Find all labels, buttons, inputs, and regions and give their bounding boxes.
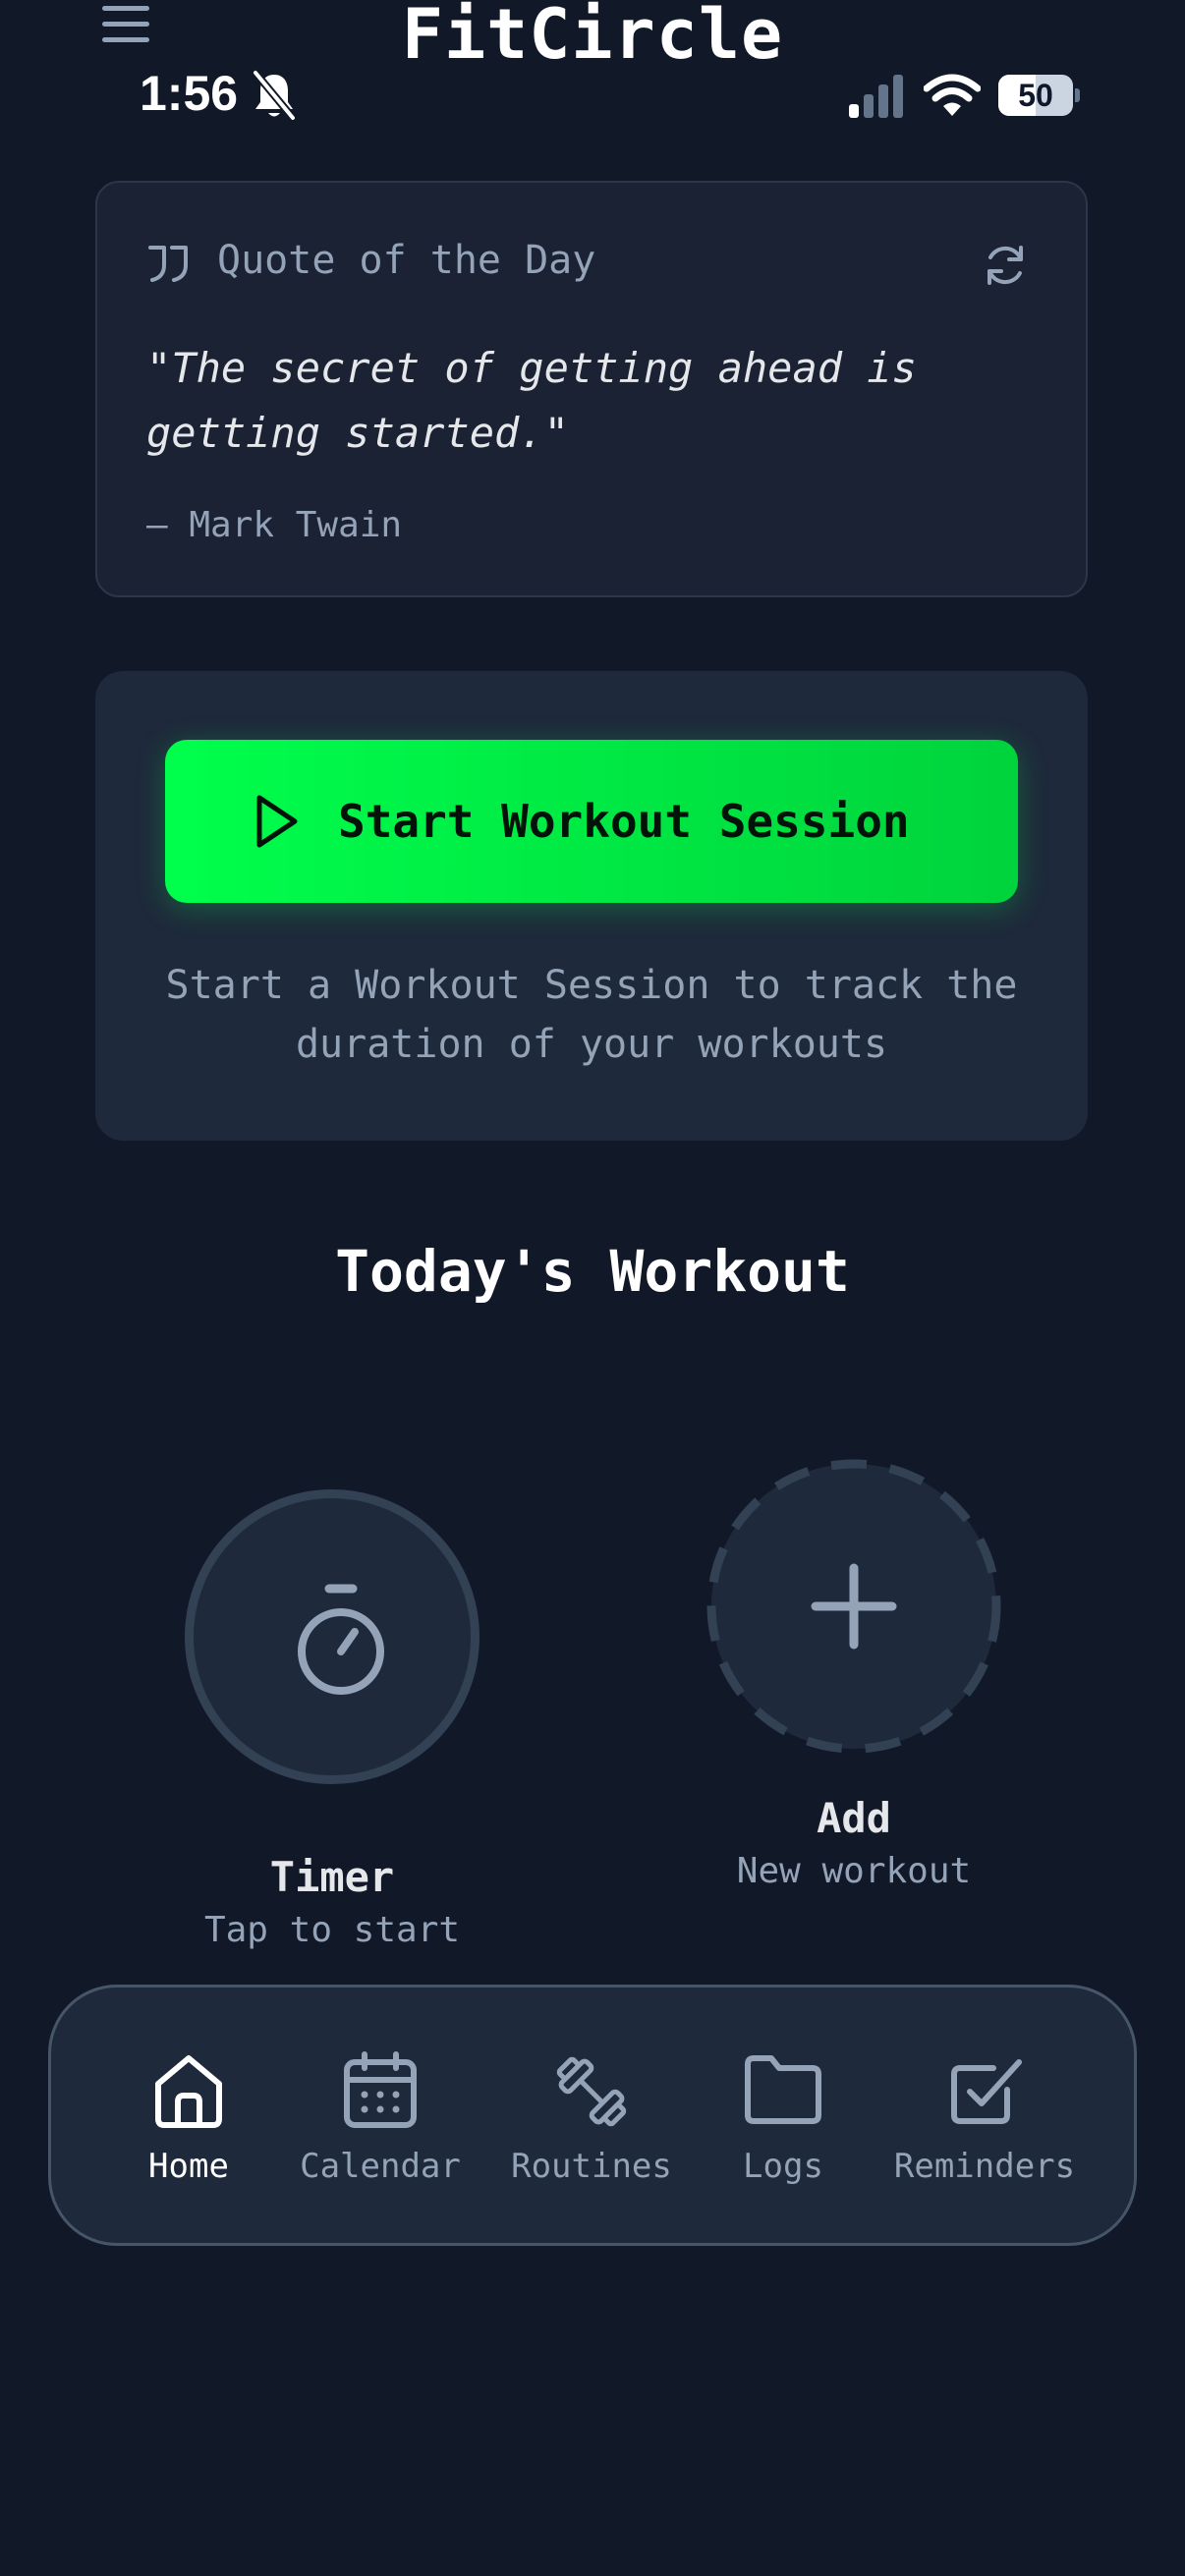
play-icon bbox=[256, 795, 298, 848]
quote-card: Quote of the Day "The secret of getting … bbox=[95, 181, 1088, 597]
checkbox-icon bbox=[951, 2059, 1022, 2124]
todays-workout-title: Today's Workout bbox=[335, 1238, 850, 1305]
calendar-icon bbox=[344, 2051, 417, 2128]
stopwatch-icon bbox=[298, 1584, 384, 1695]
add-workout-subtitle: New workout bbox=[736, 1851, 972, 1891]
battery-percentage: 50 bbox=[1018, 78, 1053, 113]
home-icon bbox=[155, 2055, 222, 2128]
nav-item-reminders[interactable]: Reminders bbox=[881, 1988, 1088, 2243]
start-workout-session-button[interactable]: Start Workout Session bbox=[165, 740, 1018, 903]
quote-text: "The secret of getting ahead is getting … bbox=[146, 344, 917, 457]
nav-label-home: Home bbox=[148, 2147, 229, 2186]
quote-heading: Quote of the Day bbox=[217, 238, 596, 283]
start-workout-session-label: Start Workout Session bbox=[338, 795, 910, 848]
folder-icon bbox=[745, 2055, 821, 2124]
app-title: FitCircle bbox=[401, 0, 784, 75]
bottom-navigation: Home Calendar Routines Logs Reminders bbox=[48, 1985, 1137, 2246]
timer-subtitle: Tap to start bbox=[203, 1910, 461, 1950]
add-workout-button[interactable] bbox=[705, 1458, 1002, 1755]
workout-session-card: Start Workout Session Start a Workout Se… bbox=[95, 671, 1088, 1141]
quote-author: — Mark Twain bbox=[146, 505, 403, 545]
nav-label-calendar: Calendar bbox=[300, 2147, 461, 2186]
session-description: Start a Workout Session to track the dur… bbox=[165, 963, 1018, 1067]
nav-item-logs[interactable]: Logs bbox=[705, 1988, 862, 2243]
dumbbell-icon bbox=[556, 2056, 627, 2127]
bell-muted-icon bbox=[252, 70, 297, 121]
nav-label-reminders: Reminders bbox=[893, 2147, 1076, 2186]
timer-title: Timer bbox=[269, 1853, 395, 1901]
nav-item-home[interactable]: Home bbox=[95, 1988, 282, 2243]
nav-item-calendar[interactable]: Calendar bbox=[287, 1988, 474, 2243]
wifi-icon bbox=[924, 74, 981, 116]
status-time: 1:56 bbox=[140, 66, 239, 121]
timer-button[interactable] bbox=[185, 1489, 480, 1784]
battery-indicator: 50 bbox=[998, 75, 1081, 118]
add-workout-title: Add bbox=[817, 1794, 891, 1842]
refresh-icon[interactable] bbox=[982, 242, 1029, 289]
nav-label-logs: Logs bbox=[743, 2147, 823, 2186]
quote-icon bbox=[148, 246, 188, 282]
cellular-signal-icon bbox=[849, 75, 903, 118]
nav-label-routines: Routines bbox=[511, 2147, 672, 2186]
nav-item-routines[interactable]: Routines bbox=[493, 1988, 690, 2243]
